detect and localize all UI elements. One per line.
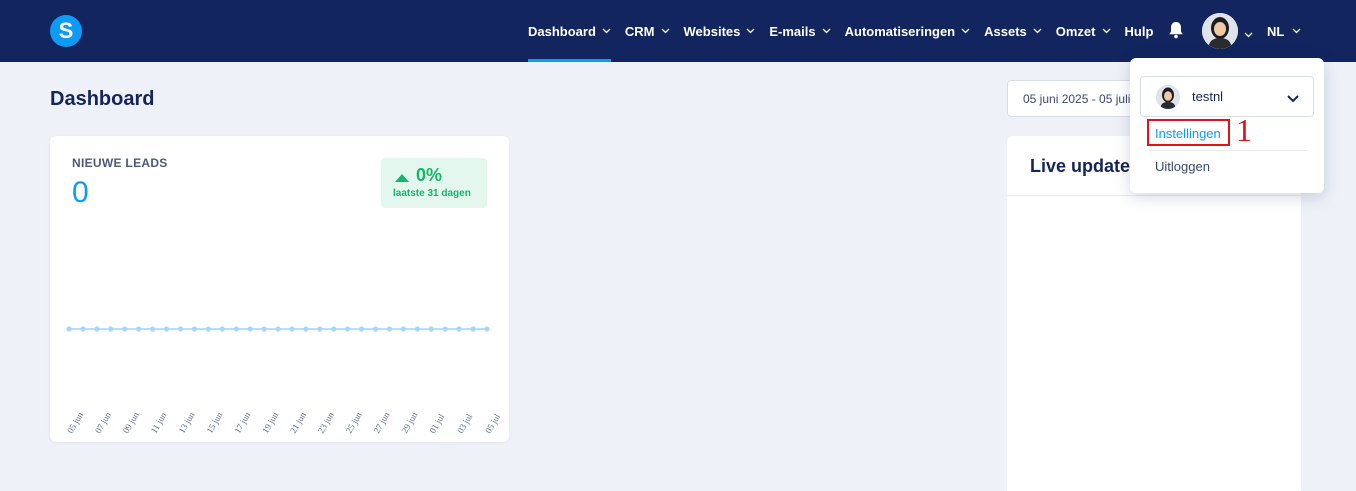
username: testnl [1192, 89, 1224, 104]
nav-label: Omzet [1055, 23, 1096, 39]
data-point [345, 326, 351, 332]
nav-emails[interactable]: E-mails [769, 0, 831, 62]
chevron-down-icon [1102, 28, 1111, 34]
x-tick-label: 19 jun [260, 410, 280, 435]
x-tick-label: 25 jun [344, 410, 364, 435]
x-tick-label: 09 jun [121, 410, 141, 435]
nav-label: CRM [624, 23, 655, 39]
logout-menu-item[interactable]: Uitloggen [1155, 159, 1210, 174]
page-title: Dashboard [50, 88, 155, 110]
leads-line-chart: 05 jun 07 jun 09 jun 11 jun 13 jun 15 jun 17 j… [65, 326, 502, 435]
data-point [247, 326, 253, 332]
data-point [303, 326, 309, 332]
x-tick-label: 17 jun [232, 410, 252, 435]
chevron-down-icon[interactable] [1244, 25, 1253, 43]
x-tick-label: 13 jun [177, 410, 197, 435]
nav-dashboard[interactable]: Dashboard [528, 0, 611, 62]
x-tick-label: 23 jun [316, 410, 336, 435]
data-point [400, 326, 406, 332]
data-point [289, 326, 295, 332]
data-point [275, 326, 281, 332]
data-point [163, 326, 170, 332]
user-avatar [1156, 85, 1180, 109]
nav-label: E-mails [769, 23, 816, 39]
data-point [261, 326, 267, 332]
data-point [470, 326, 476, 332]
data-point [414, 326, 420, 332]
chevron-down-icon [746, 28, 755, 34]
nav-websites[interactable]: Websites [684, 0, 756, 62]
user-account-selector[interactable]: testnl [1140, 76, 1314, 117]
language-label: NL [1267, 23, 1285, 39]
data-point [386, 326, 393, 332]
brand-logo[interactable]: S [50, 15, 82, 47]
nav-automatiseringen[interactable]: Automatiseringen [845, 0, 971, 62]
chevron-down-icon [661, 28, 670, 34]
data-point [150, 326, 156, 332]
data-point [94, 326, 100, 332]
x-tick-label: 27 jun [372, 410, 392, 435]
x-tick-label: 05 jul [483, 412, 502, 435]
data-point [136, 326, 142, 332]
data-point [205, 326, 211, 332]
menu-divider [1149, 150, 1307, 151]
x-tick-label: 15 jun [204, 410, 224, 435]
chevron-down-icon [602, 28, 611, 34]
x-tick-label: 03 jul [455, 412, 474, 435]
x-tick-label: 07 jun [93, 410, 113, 435]
data-point [456, 326, 462, 332]
data-point [359, 326, 365, 332]
data-point [372, 326, 379, 332]
logo-letter: S [58, 18, 74, 43]
x-tick-label: 05 jun [65, 410, 85, 435]
nav-label: Automatiseringen [844, 23, 956, 39]
divider [1007, 195, 1301, 196]
new-leads-card: NIEUWE LEADS 0 0% laatste 31 dagen 05 ju… [50, 136, 509, 442]
data-point [191, 326, 197, 332]
nav-help[interactable]: Hulp [1125, 0, 1154, 62]
data-point [122, 326, 128, 332]
annotation-number: 1 [1236, 112, 1252, 148]
data-point [80, 326, 86, 332]
x-tick-label: 21 jun [288, 410, 308, 435]
nav-label: Dashboard [528, 23, 596, 39]
nav-omzet[interactable]: Omzet [1056, 0, 1111, 62]
data-point [484, 326, 490, 332]
user-dropdown-menu: testnl Instellingen 1 Uitloggen [1130, 58, 1324, 193]
chevron-down-icon [1286, 91, 1300, 109]
main-nav: Dashboard CRM Websites E-mails Automatis… [528, 0, 1167, 62]
top-navbar: S Dashboard CRM Websites E-mails Automat… [0, 0, 1356, 62]
data-point [233, 326, 239, 332]
highlight-box [1147, 119, 1230, 146]
data-point [66, 326, 72, 332]
x-tick-label: 29 jun [399, 410, 419, 435]
live-updates-title: Live updates [1030, 156, 1141, 176]
nav-label: Assets [984, 23, 1027, 39]
chevron-down-icon [961, 28, 970, 34]
bell-icon[interactable] [1166, 20, 1186, 40]
nav-label: Websites [683, 23, 741, 39]
data-point [428, 326, 434, 332]
data-point [177, 326, 184, 332]
data-point [317, 326, 323, 332]
chevron-down-icon [822, 28, 831, 34]
chevron-down-icon [1033, 28, 1042, 34]
data-point [331, 326, 337, 332]
data-point [108, 326, 114, 332]
chevron-down-icon [1292, 28, 1301, 34]
user-avatar[interactable] [1202, 13, 1238, 49]
language-selector[interactable]: NL [1267, 0, 1301, 62]
data-point [219, 326, 225, 332]
nav-assets[interactable]: Assets [984, 0, 1042, 62]
data-point [442, 326, 448, 332]
x-tick-label: 11 jun [149, 410, 169, 435]
x-tick-label: 01 jul [427, 412, 446, 435]
nav-crm[interactable]: CRM [625, 0, 670, 62]
